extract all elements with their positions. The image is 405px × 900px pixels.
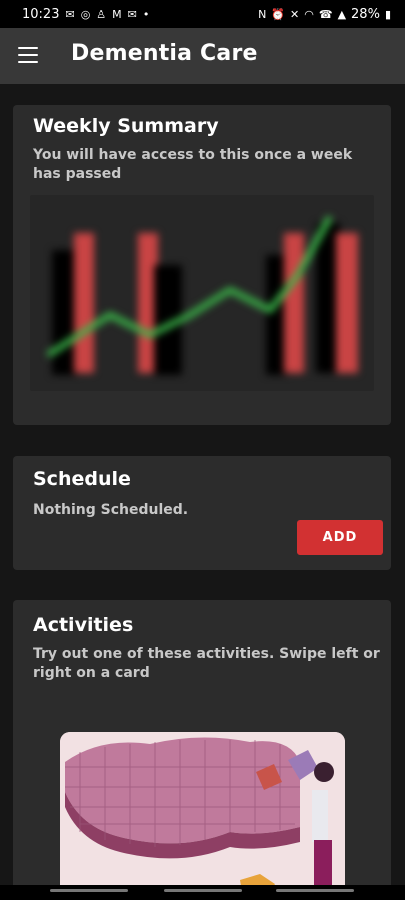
wifi-icon: ◠ xyxy=(304,7,314,21)
email-icon: ✉ xyxy=(127,7,137,21)
status-time: 10:23 xyxy=(22,6,60,22)
activities-card: Activities Try out one of these activiti… xyxy=(13,600,391,900)
schedule-title: Schedule xyxy=(33,468,131,490)
system-nav-bar xyxy=(0,885,405,900)
schedule-empty-text: Nothing Scheduled. xyxy=(33,502,189,518)
mail-icon: M xyxy=(112,7,122,21)
activities-title: Activities xyxy=(33,614,134,636)
gmail-icon: ✉ xyxy=(65,7,75,21)
dot-icon: • xyxy=(142,7,150,21)
status-bar: 10:23 ✉ ◎ ♙ M ✉ • N ⏰ ✕ ◠ ☎ ▲ 28% ▮ xyxy=(0,0,405,28)
snapchat-icon: ♙ xyxy=(96,7,107,21)
app-bar: Dementia Care xyxy=(0,28,405,84)
weekly-summary-title: Weekly Summary xyxy=(33,115,219,137)
call-icon: ☎ xyxy=(318,7,333,21)
battery-icon: ▮ xyxy=(384,7,391,21)
nav-back[interactable] xyxy=(276,889,354,892)
battery-text: 28% xyxy=(351,6,380,22)
nfc-icon: N xyxy=(258,7,267,21)
activities-subtitle: Try out one of these activities. Swipe l… xyxy=(33,646,380,681)
weekly-summary-subtitle: You will have access to this once a week… xyxy=(33,147,353,182)
mute-icon: ✕ xyxy=(290,7,300,21)
instagram-icon: ◎ xyxy=(80,7,91,21)
nav-recent-apps[interactable] xyxy=(50,889,128,892)
activity-card-puzzle-image[interactable] xyxy=(60,732,345,892)
hamburger-menu-icon[interactable] xyxy=(18,47,38,63)
weekly-summary-card: Weekly Summary You will have access to t… xyxy=(13,105,391,425)
app-title: Dementia Care xyxy=(71,41,258,66)
blurred-chart-preview xyxy=(30,195,374,391)
nav-home[interactable] xyxy=(164,889,242,892)
add-schedule-button[interactable]: ADD xyxy=(297,520,383,555)
schedule-card: Schedule Nothing Scheduled. ADD xyxy=(13,456,391,570)
alarm-icon: ⏰ xyxy=(271,7,286,21)
signal-icon: ▲ xyxy=(337,7,347,21)
